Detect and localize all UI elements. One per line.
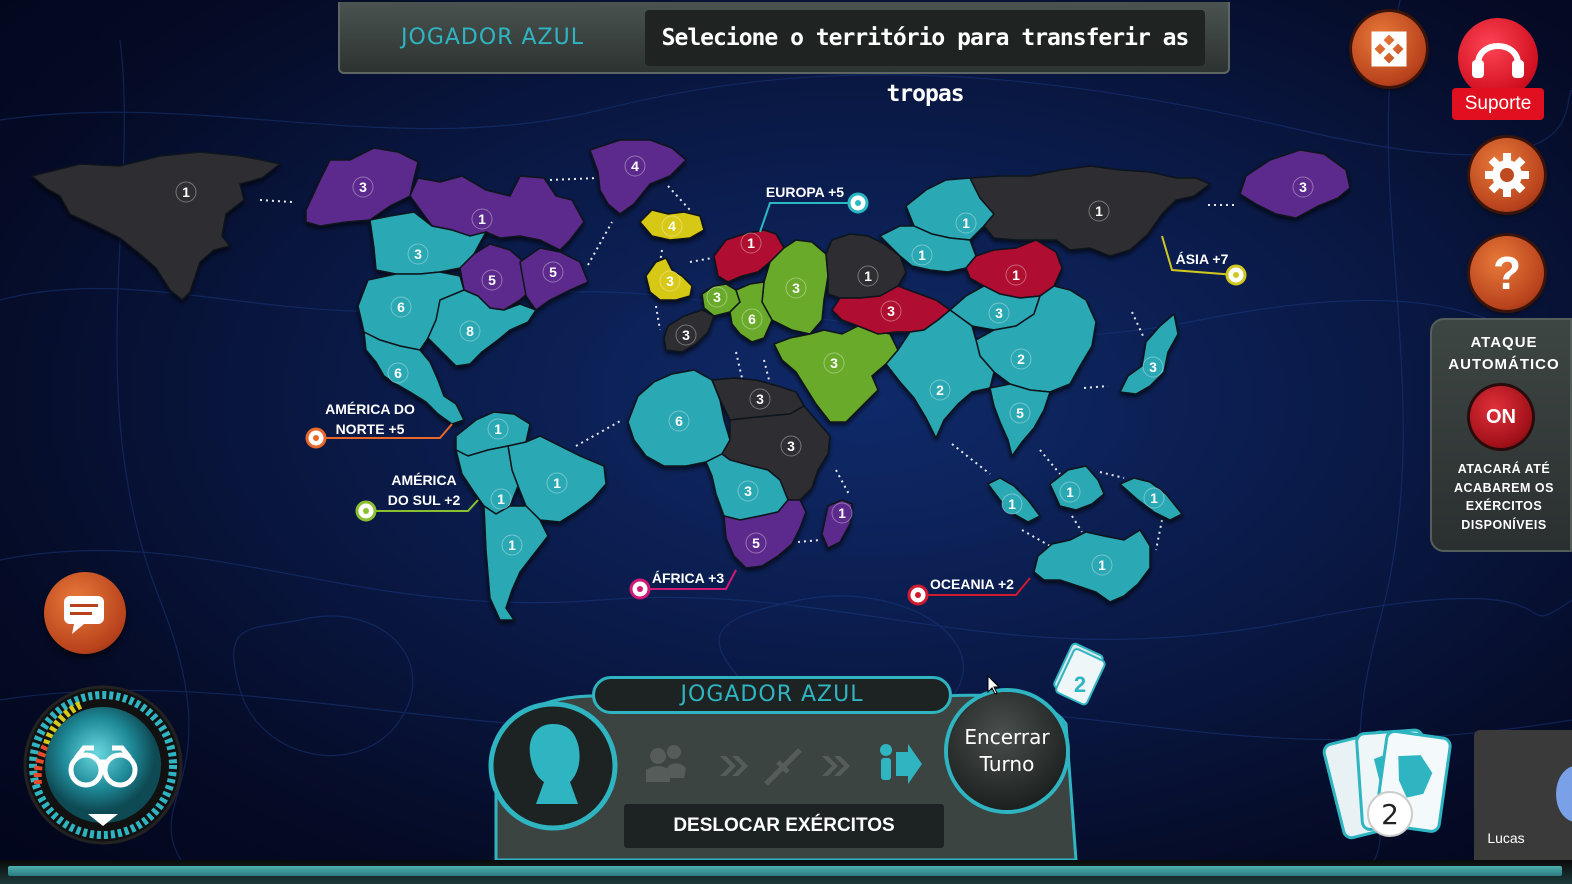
question-icon: ? bbox=[1493, 247, 1521, 299]
progress-bar bbox=[0, 860, 1572, 884]
auto-attack-title-1: ATAQUE bbox=[1470, 334, 1538, 351]
opponent-name: Lucas bbox=[1487, 830, 1525, 846]
end-turn-label-2: Turno bbox=[979, 752, 1035, 776]
troop-count-omsk: 1 bbox=[962, 215, 970, 231]
troop-count-england: 3 bbox=[666, 273, 674, 289]
troop-count-quebec: 5 bbox=[549, 264, 557, 280]
troop-count-madagascar: 1 bbox=[838, 505, 846, 521]
troop-count-algeria: 6 bbox=[675, 413, 683, 429]
continent-label-north-america-1: AMÉRICA DO bbox=[325, 401, 415, 417]
territory-japan[interactable] bbox=[1118, 312, 1179, 395]
troop-count-mongolia: 1 bbox=[1012, 267, 1020, 283]
chat-icon bbox=[64, 596, 104, 634]
continent-label-north-america-2: NORTE +5 bbox=[336, 421, 405, 437]
continent-label-south-america-2: DO SUL +2 bbox=[388, 492, 461, 508]
troop-count-germany: 6 bbox=[748, 311, 756, 327]
fullscreen-icon bbox=[1371, 31, 1407, 67]
headset-icon bbox=[1472, 43, 1524, 78]
opponent-avatar bbox=[1556, 766, 1572, 822]
support-button[interactable]: Suporte bbox=[1452, 18, 1544, 120]
bottom-player-name: JOGADOR AZUL bbox=[592, 676, 952, 714]
auto-attack-desc-2: ACABAREM OS bbox=[1454, 480, 1554, 495]
continent-label-asia: ÁSIA +7 bbox=[1176, 251, 1229, 267]
troop-count-new_york: 8 bbox=[466, 323, 474, 339]
continent-label-africa: ÁFRICA +3 bbox=[652, 570, 724, 586]
troop-count-mackenzie: 3 bbox=[359, 179, 367, 195]
troop-count-vietnam: 5 bbox=[1016, 405, 1024, 421]
mouse-cursor-icon bbox=[987, 674, 1001, 695]
cards-count: 2 bbox=[1381, 798, 1399, 831]
troop-count-mexico: 6 bbox=[394, 365, 402, 381]
auto-attack-toggle[interactable]: ON bbox=[1470, 386, 1532, 448]
troop-count-moscow: 1 bbox=[864, 268, 872, 284]
fullscreen-button[interactable] bbox=[1352, 12, 1426, 86]
troop-count-sweden: 1 bbox=[747, 235, 755, 251]
troop-count-sumatra: 1 bbox=[1008, 496, 1016, 512]
troop-count-south_africa: 5 bbox=[752, 535, 760, 551]
troop-count-sudan: 3 bbox=[787, 438, 795, 454]
troop-count-australia: 1 bbox=[1098, 557, 1106, 573]
troop-count-borneo: 1 bbox=[1066, 484, 1074, 500]
troop-count-greenland: 4 bbox=[631, 158, 639, 174]
territory-argentina[interactable] bbox=[483, 504, 549, 621]
troop-count-brazil: 1 bbox=[553, 475, 561, 491]
troop-count-egypt: 3 bbox=[756, 391, 764, 407]
troop-count-poland: 3 bbox=[792, 280, 800, 296]
drawn-cards-indicator: 2 bbox=[1053, 642, 1106, 706]
chat-button[interactable] bbox=[44, 572, 126, 654]
troop-count-aral: 3 bbox=[887, 303, 895, 319]
troop-count-siberia: 1 bbox=[1095, 203, 1103, 219]
troop-count-peru: 1 bbox=[497, 491, 505, 507]
troop-count-argentina: 1 bbox=[508, 537, 516, 553]
troop-count-vladivostok: 3 bbox=[1299, 179, 1307, 195]
troop-count-portugal: 3 bbox=[682, 327, 690, 343]
troop-count-ottawa: 5 bbox=[488, 272, 496, 288]
svg-text:?: ? bbox=[1493, 247, 1521, 299]
continent-label-oceania: OCEANIA +2 bbox=[930, 576, 1014, 592]
view-objective-button[interactable] bbox=[22, 684, 184, 846]
binoculars-icon bbox=[23, 685, 183, 845]
troop-count-iceland: 4 bbox=[668, 218, 676, 234]
drawn-cards-count: 2 bbox=[1074, 672, 1086, 697]
support-circle bbox=[1458, 18, 1538, 98]
troop-count-labrador: 1 bbox=[478, 211, 486, 227]
troop-count-tchita: 3 bbox=[995, 305, 1003, 321]
troop-count-middle_east: 3 bbox=[830, 355, 838, 371]
troop-count-france: 3 bbox=[713, 289, 721, 305]
auto-attack-desc-3: EXÉRCITOS bbox=[1465, 499, 1543, 513]
territory-alaska[interactable] bbox=[30, 151, 282, 302]
troop-count-alaska: 1 bbox=[182, 184, 190, 200]
settings-button[interactable] bbox=[1470, 138, 1544, 212]
troop-count-dudinka: 1 bbox=[918, 247, 926, 263]
troop-count-venezuela: 1 bbox=[494, 421, 502, 437]
territory-new_york[interactable] bbox=[427, 289, 538, 367]
territory-greenland[interactable] bbox=[589, 139, 688, 215]
support-label: Suporte bbox=[1452, 88, 1544, 120]
troop-count-china: 2 bbox=[1017, 351, 1025, 367]
game-board: JOGADOR AZUL Selecione o território para… bbox=[0, 0, 1572, 884]
auto-attack-title-2: AUTOMÁTICO bbox=[1448, 356, 1560, 373]
gear-icon bbox=[1485, 153, 1529, 197]
troop-count-congo: 3 bbox=[744, 483, 752, 499]
opponent-tile[interactable]: Lucas bbox=[1474, 730, 1572, 860]
auto-attack-desc-1: ATACARÁ ATÉ bbox=[1457, 462, 1551, 476]
continent-label-europe: EUROPA +5 bbox=[766, 184, 844, 200]
territory-cards-button[interactable]: 2 bbox=[1320, 718, 1460, 848]
troop-count-new_guinea: 1 bbox=[1150, 490, 1158, 506]
auto-attack-desc-4: DISPONÍVEIS bbox=[1461, 517, 1547, 532]
troop-count-india: 2 bbox=[936, 382, 944, 398]
auto-attack-panel: ATAQUE AUTOMÁTICO ON ATACARÁ ATÉ ACABARE… bbox=[1430, 318, 1572, 552]
continent-label-south-america-1: AMÉRICA bbox=[391, 472, 456, 488]
help-button[interactable]: ? bbox=[1470, 236, 1544, 310]
troop-count-japan: 3 bbox=[1149, 359, 1157, 375]
troop-count-california: 6 bbox=[397, 299, 405, 315]
phase-label: DESLOCAR EXÉRCITOS bbox=[624, 804, 944, 848]
troop-count-vancouver: 3 bbox=[414, 246, 422, 262]
